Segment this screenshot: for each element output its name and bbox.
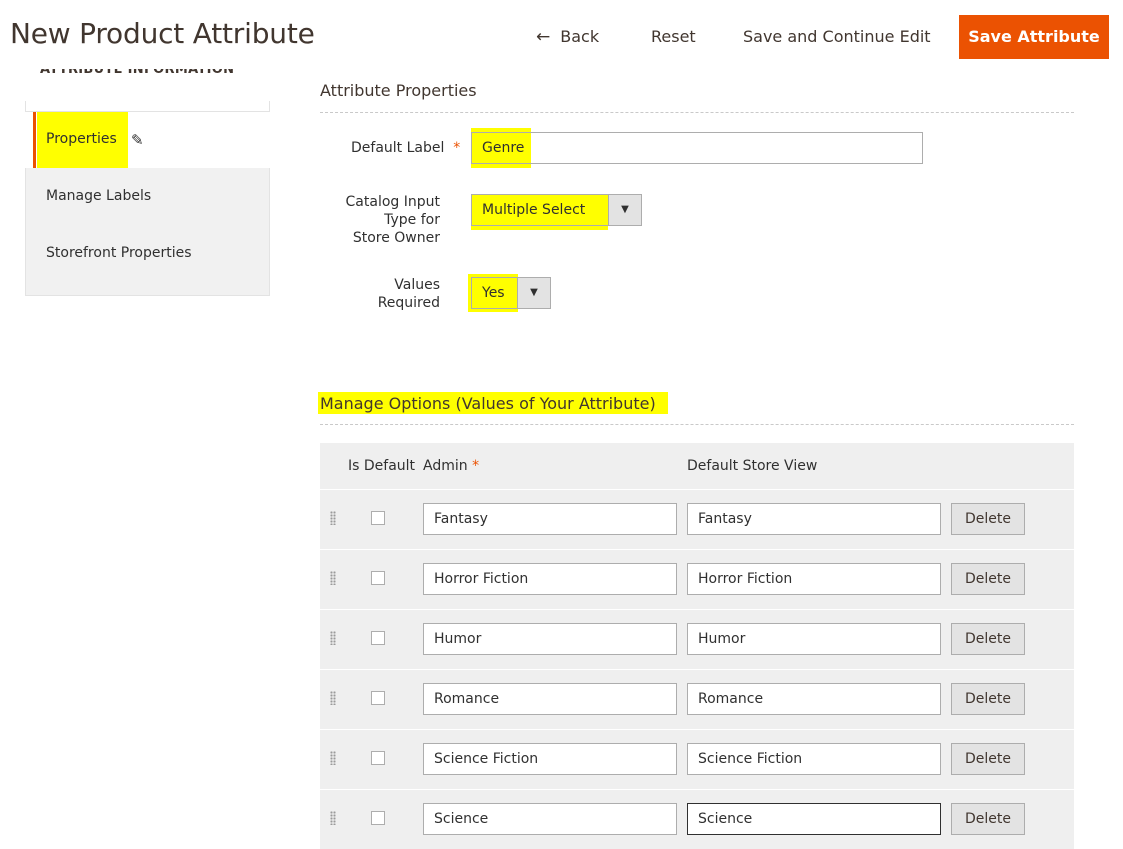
label-line: Store Owner — [352, 230, 440, 246]
save-attribute-button[interactable]: Save Attribute — [959, 15, 1109, 59]
delete-button[interactable]: Delete — [951, 623, 1025, 655]
store-view-value-input[interactable]: Romance — [687, 683, 941, 715]
drag-handle-icon[interactable] — [330, 811, 336, 825]
is-default-checkbox[interactable] — [371, 631, 385, 645]
select-value: Yes — [482, 285, 505, 301]
admin-value-input[interactable]: Humor — [423, 623, 677, 655]
chevron-down-icon[interactable]: ▼ — [517, 278, 550, 308]
manage-options-title: Manage Options (Values of Your Attribute… — [320, 394, 656, 413]
is-default-checkbox[interactable] — [371, 811, 385, 825]
label-line: Catalog Input — [345, 194, 440, 210]
table-row: Science Science Delete — [320, 789, 1074, 849]
select-value: Multiple Select — [482, 202, 586, 218]
values-required-label: Values Required — [340, 276, 440, 312]
delete-button[interactable]: Delete — [951, 503, 1025, 535]
admin-value-input[interactable]: Romance — [423, 683, 677, 715]
reset-button[interactable]: Reset — [651, 15, 696, 59]
delete-button[interactable]: Delete — [951, 743, 1025, 775]
save-and-continue-button[interactable]: Save and Continue Edit — [743, 15, 931, 59]
drag-handle-icon[interactable] — [330, 571, 336, 585]
sidebar-item-properties[interactable]: Properties — [33, 112, 270, 168]
admin-value-input[interactable]: Science — [423, 803, 677, 835]
store-view-value-input[interactable]: Fantasy — [687, 503, 941, 535]
store-view-value-input[interactable]: Horror Fiction — [687, 563, 941, 595]
column-default-store-view: Default Store View — [687, 458, 818, 474]
back-label: Back — [560, 27, 600, 46]
is-default-checkbox[interactable] — [371, 511, 385, 525]
table-row: Romance Romance Delete — [320, 669, 1074, 729]
label-line: Type for — [384, 212, 440, 228]
required-marker: * — [453, 140, 461, 156]
catalog-input-type-label: Catalog Input Type for Store Owner — [340, 193, 440, 247]
is-default-checkbox[interactable] — [371, 571, 385, 585]
admin-value-input[interactable]: Fantasy — [423, 503, 677, 535]
section-divider — [320, 424, 1074, 425]
store-view-value-input[interactable]: Science Fiction — [687, 743, 941, 775]
column-is-default: Is Default — [348, 458, 416, 474]
is-default-checkbox[interactable] — [371, 691, 385, 705]
store-view-value-input[interactable]: Humor — [687, 623, 941, 655]
chevron-down-icon[interactable]: ▼ — [608, 195, 641, 225]
section-divider — [320, 112, 1074, 113]
table-row: Horror Fiction Horror Fiction Delete — [320, 549, 1074, 609]
sidebar-item-storefront-properties[interactable]: Storefront Properties — [46, 245, 192, 261]
sidebar-divider — [25, 101, 270, 112]
attribute-properties-title: Attribute Properties — [320, 81, 477, 100]
values-required-select[interactable]: Yes ▼ — [471, 277, 551, 309]
drag-handle-icon[interactable] — [330, 511, 336, 525]
sidebar-item-label: Properties — [46, 131, 117, 147]
drag-handle-icon[interactable] — [330, 751, 336, 765]
admin-value-input[interactable]: Horror Fiction — [423, 563, 677, 595]
default-label-label: Default Label * — [351, 139, 460, 157]
options-table-header: Is Default Admin * Default Store View — [320, 443, 1074, 489]
page-header: New Product Attribute ← Back Reset Save a… — [0, 0, 1123, 74]
drag-handle-icon[interactable] — [330, 691, 336, 705]
table-row: Science Fiction Science Fiction Delete — [320, 729, 1074, 789]
table-row: Humor Humor Delete — [320, 609, 1074, 669]
table-row: Fantasy Fantasy Delete — [320, 489, 1074, 549]
label-line: Required — [377, 295, 440, 311]
pencil-icon: ✎ — [131, 131, 144, 149]
back-arrow-icon: ← — [536, 27, 551, 47]
sidebar-item-manage-labels[interactable]: Manage Labels — [46, 188, 151, 204]
default-label-input[interactable]: Genre — [471, 132, 923, 164]
delete-button[interactable]: Delete — [951, 683, 1025, 715]
sidebar-tabs: Manage Labels Storefront Properties — [25, 168, 270, 296]
delete-button[interactable]: Delete — [951, 803, 1025, 835]
page-title: New Product Attribute — [10, 17, 315, 50]
default-label-text: Default Label — [351, 140, 445, 156]
is-default-checkbox[interactable] — [371, 751, 385, 765]
back-button[interactable]: ← Back — [536, 15, 599, 59]
store-view-value-input[interactable]: Science — [687, 803, 941, 835]
delete-button[interactable]: Delete — [951, 563, 1025, 595]
column-admin: Admin * — [423, 458, 479, 474]
required-marker: * — [472, 458, 480, 474]
column-admin-label: Admin — [423, 458, 468, 474]
admin-value-input[interactable]: Science Fiction — [423, 743, 677, 775]
drag-handle-icon[interactable] — [330, 631, 336, 645]
catalog-input-type-select[interactable]: Multiple Select ▼ — [471, 194, 642, 226]
label-line: Values — [394, 277, 440, 293]
